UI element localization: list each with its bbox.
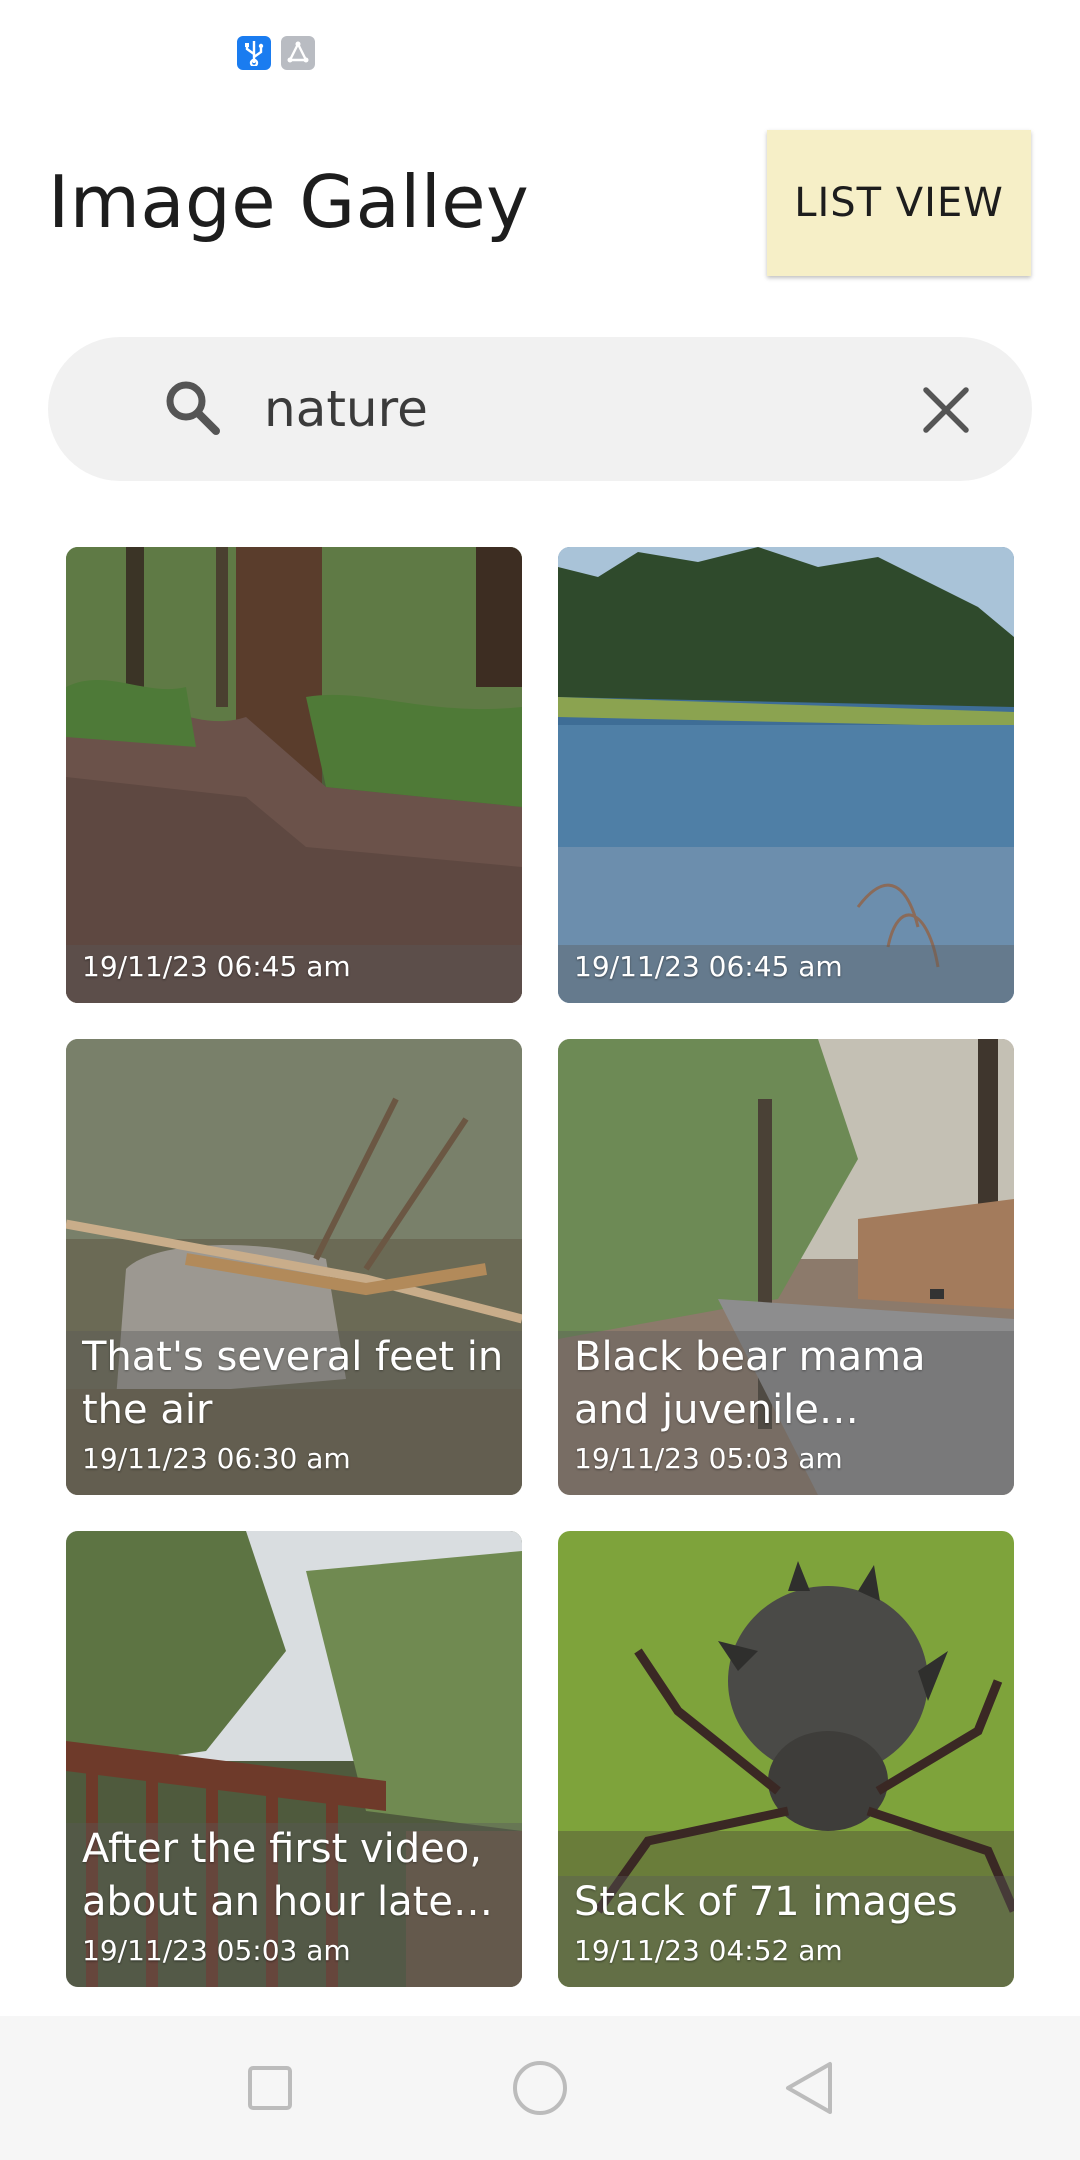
gallery-item-6[interactable]: Stack of 71 images 19/11/23 04:52 am [558,1531,1014,1987]
photo-timestamp: 19/11/23 06:30 am [82,1442,351,1475]
usb-icon [237,36,271,70]
share-icon [281,36,315,70]
photo-caption: After the first video, about an hour lat… [82,1826,482,1925]
photo-caption: Black bear mama and juvenile walking… [574,1334,926,1433]
caption-overlay: 19/11/23 06:45 am [66,945,522,1003]
caption-overlay: That's several feet in the air 19/11/23 … [66,1331,522,1495]
home-icon[interactable] [508,2056,572,2120]
recent-apps-icon[interactable] [238,2056,302,2120]
caption-overlay: 19/11/23 06:45 am [558,945,1014,1003]
photo-timestamp: 19/11/23 06:45 am [82,950,351,983]
search-icon[interactable] [160,375,224,439]
photo-timestamp: 19/11/23 05:03 am [574,1442,843,1475]
photo-timestamp: 19/11/23 05:03 am [82,1934,351,1967]
photo-caption: That's several feet in the air [82,1334,504,1433]
search-input[interactable] [264,367,904,451]
forest-trail-thumbnail [66,547,522,1003]
caption-overlay: Stack of 71 images 19/11/23 04:52 am [558,1876,1014,1987]
status-bar [0,0,1080,100]
gallery-item-3[interactable]: That's several feet in the air 19/11/23 … [66,1039,522,1495]
caption-overlay: After the first video, about an hour lat… [66,1823,522,1987]
navigation-bar [0,2016,1080,2160]
gallery-item-4[interactable]: Black bear mama and juvenile walking… 19… [558,1039,1014,1495]
back-icon[interactable] [778,2056,842,2120]
lake-shore-thumbnail [558,547,1014,1003]
photo-timestamp: 19/11/23 04:52 am [574,1934,843,1967]
caption-overlay: Black bear mama and juvenile walking… 19… [558,1331,1014,1495]
search-bar [48,337,1032,481]
list-view-button[interactable]: LIST VIEW [767,130,1031,276]
page-title: Image Galley [48,160,530,244]
gallery-item-5[interactable]: After the first video, about an hour lat… [66,1531,522,1987]
photo-caption: Stack of 71 images [574,1879,958,1925]
close-icon[interactable] [920,384,972,436]
gallery-item-2[interactable]: 19/11/23 06:45 am [558,547,1014,1003]
gallery-item-1[interactable]: 19/11/23 06:45 am [66,547,522,1003]
photo-timestamp: 19/11/23 06:45 am [574,950,843,983]
